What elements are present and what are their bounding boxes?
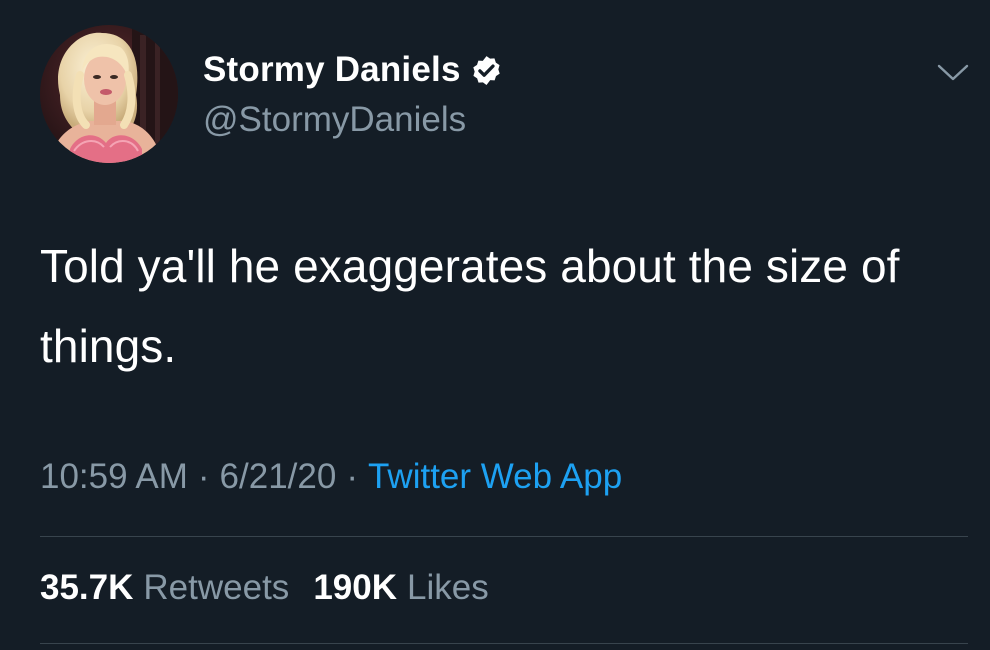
likes-label: Likes <box>406 568 489 607</box>
avatar[interactable] <box>40 25 178 163</box>
chevron-down-icon[interactable] <box>936 60 970 84</box>
avatar-image <box>40 25 178 163</box>
tweet-text: Told ya'll he exaggerates about the size… <box>40 240 900 372</box>
tweet-source-link[interactable]: Twitter Web App <box>368 457 622 497</box>
author-name-row: Stormy Daniels <box>203 48 503 92</box>
verified-badge-icon <box>470 54 503 87</box>
likes-count: 190K <box>313 568 397 607</box>
author-display-name[interactable]: Stormy Daniels <box>203 50 461 90</box>
meta-separator: · <box>346 457 358 496</box>
retweets-stat[interactable]: 35.7K Retweets <box>40 568 289 608</box>
tweet-card: Stormy Daniels @StormyDaniels Told ya'll… <box>0 0 990 650</box>
meta-separator: · <box>197 457 210 496</box>
tweet-meta: 10:59 AM · 6/21/20 · Twitter Web App <box>40 457 622 497</box>
retweets-count: 35.7K <box>40 568 134 607</box>
divider <box>40 643 968 644</box>
tweet-date[interactable]: 6/21/20 <box>220 457 337 497</box>
retweets-label: Retweets <box>143 568 290 607</box>
tweet-stats: 35.7K Retweets 190K Likes <box>40 568 489 608</box>
tweet-time[interactable]: 10:59 AM <box>40 457 188 497</box>
author-handle[interactable]: @StormyDaniels <box>203 100 466 140</box>
likes-stat[interactable]: 190K Likes <box>313 568 488 608</box>
divider <box>40 536 968 537</box>
